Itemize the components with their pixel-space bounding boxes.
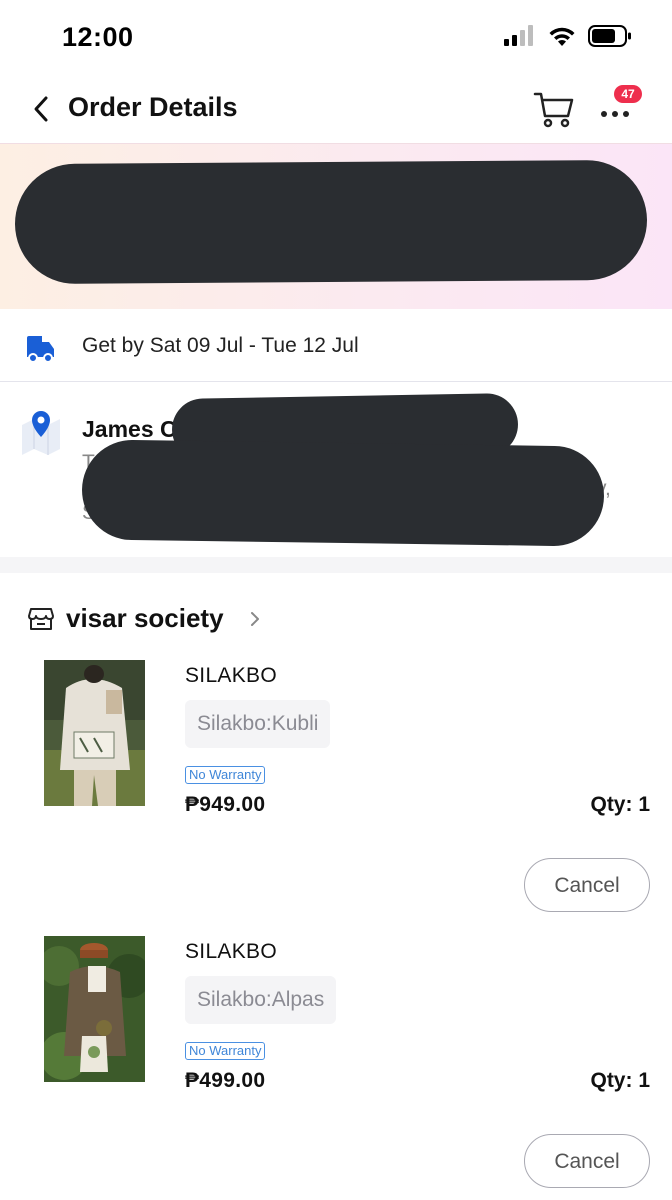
redaction-block [81,439,605,547]
signal-icon [504,25,533,46]
product-name: SILAKBO [185,664,277,687]
wifi-icon [549,27,575,46]
product-price: ₱499.00 [185,1069,266,1092]
notification-badge: 47 [614,85,642,103]
recipient-name: James C [82,416,177,442]
chevron-right-icon [251,612,259,626]
location-pin-icon [22,411,60,455]
product-thumbnail[interactable] [44,660,145,806]
shop-name: visar society [66,603,224,633]
section-divider [0,557,672,573]
status-bar: 12:00 [0,0,672,78]
product-photo [44,936,145,1082]
order-status-banner [0,143,672,309]
product-photo [44,660,145,806]
status-icons [504,24,632,48]
product-thumbnail[interactable] [44,936,145,1082]
battery-icon [588,25,631,47]
product-quantity: Qty: 1 [590,1069,650,1092]
order-item[interactable]: SILAKBO Silakbo:Alpas No Warranty ₱499.0… [0,936,672,1200]
shop-icon [28,608,54,630]
header: Order Details 47 [0,78,672,142]
cart-button[interactable] [532,90,576,130]
warranty-tag: No Warranty [185,1042,266,1060]
product-quantity: Qty: 1 [590,793,650,816]
shipping-address[interactable]: James C T y, S [0,383,672,557]
order-item[interactable]: SILAKBO Silakbo:Kubli No Warranty ₱949.0… [0,660,672,930]
delivery-estimate-text: Get by Sat 09 Jul - Tue 12 Jul [82,334,359,357]
redaction-block [14,159,648,285]
product-price: ₱949.00 [185,793,266,816]
back-arrow-icon [34,96,48,122]
cancel-button[interactable]: Cancel [524,858,650,912]
cart-icon [533,92,574,128]
variant-chip[interactable]: Silakbo:Kubli [185,700,331,748]
variant-chip[interactable]: Silakbo:Alpas [185,976,337,1024]
delivery-truck-icon [27,336,54,363]
product-name: SILAKBO [185,940,277,963]
delivery-estimate-row[interactable]: Get by Sat 09 Jul - Tue 12 Jul [0,310,672,382]
shop-header[interactable]: visar society [0,573,672,657]
warranty-tag: No Warranty [185,766,266,784]
back-button[interactable] [28,92,56,126]
status-time: 12:00 [62,22,134,52]
cancel-button[interactable]: Cancel [524,1134,650,1188]
page-title: Order Details [68,92,238,122]
